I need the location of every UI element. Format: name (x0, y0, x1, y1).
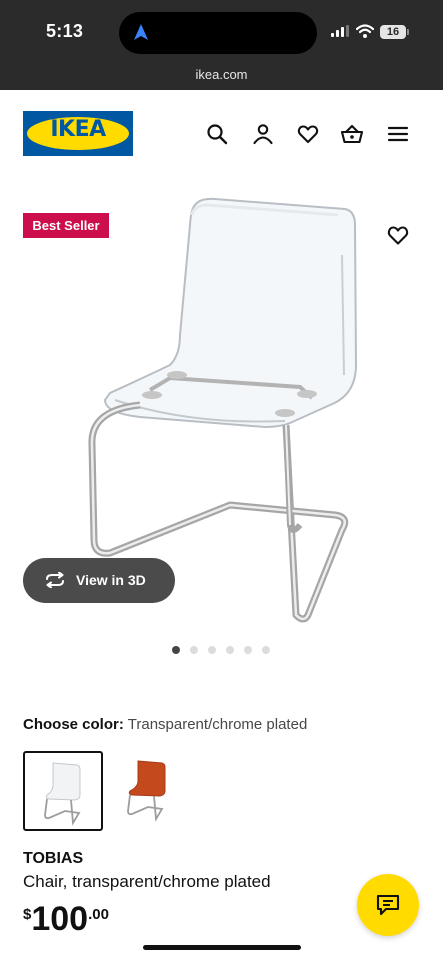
ikea-logo[interactable]: IKEA (23, 111, 133, 156)
chair-thumbnail-orange (127, 760, 166, 822)
signal-icon (331, 25, 349, 37)
view-in-3d-label: View in 3D (76, 572, 146, 588)
color-chooser-label: Choose color: Transparent/chrome plated (23, 716, 307, 733)
product-price: $100.00 (23, 900, 109, 939)
status-bar: 5:13 16 (0, 0, 443, 62)
menu-icon[interactable] (386, 122, 410, 146)
chat-icon (376, 894, 400, 916)
product-description: Chair, transparent/chrome plated (23, 872, 271, 891)
shopping-basket-icon[interactable] (340, 122, 364, 146)
carousel-dot[interactable] (262, 646, 270, 654)
browser-url-bar[interactable]: ikea.com (0, 62, 443, 90)
color-option-transparent[interactable] (23, 751, 103, 831)
view-in-3d-button[interactable]: View in 3D (23, 558, 175, 603)
carousel-dot[interactable] (208, 646, 216, 654)
favorite-heart-icon[interactable] (386, 224, 410, 246)
logo-text: IKEA (50, 117, 106, 142)
dynamic-island (119, 12, 317, 54)
rotate-3d-icon (46, 572, 64, 588)
home-indicator[interactable] (143, 945, 301, 950)
url-text[interactable]: ikea.com (0, 67, 443, 82)
price-currency: $ (23, 906, 32, 923)
location-arrow-icon (134, 24, 148, 40)
chat-button[interactable] (357, 874, 419, 936)
price-integer: 100 (31, 900, 89, 938)
site-header: IKEA (0, 90, 443, 180)
carousel-dot[interactable] (172, 646, 180, 654)
wifi-icon (356, 24, 374, 38)
account-icon[interactable] (251, 122, 275, 146)
color-option-orange[interactable] (108, 753, 184, 829)
product-name: TOBIAS (23, 850, 84, 867)
carousel-dot[interactable] (226, 646, 234, 654)
carousel-dot[interactable] (190, 646, 198, 654)
status-time: 5:13 (46, 21, 84, 41)
chair-thumbnail-transparent (44, 762, 81, 826)
choose-color-label: Choose color: (23, 716, 124, 733)
carousel-dot[interactable] (244, 646, 252, 654)
battery-icon: 16 (380, 25, 409, 39)
price-decimal: .00 (88, 906, 109, 923)
wishlist-heart-icon[interactable] (296, 122, 320, 146)
selected-color-value: Transparent/chrome plated (127, 716, 308, 733)
search-icon[interactable] (205, 122, 229, 146)
